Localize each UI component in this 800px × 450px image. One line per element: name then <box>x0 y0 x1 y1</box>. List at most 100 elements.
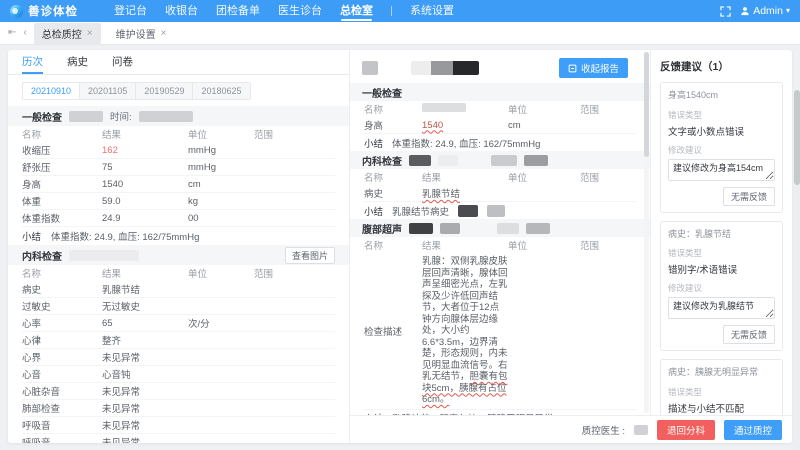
section-title: 内科检查 <box>362 153 402 168</box>
item-name: 心律 <box>22 333 102 347</box>
summary-label: 小结 <box>22 229 41 243</box>
date-chip[interactable]: 20210910 <box>22 82 80 100</box>
main-area: 历次 病史 问卷 20210910 20201105 20190529 2018… <box>0 45 800 450</box>
suggestion-input[interactable]: 建议修改为身高154cm <box>668 159 775 181</box>
dismiss-feedback-button[interactable]: 无需反馈 <box>723 325 775 344</box>
menu-divider <box>391 6 392 16</box>
redacted-date <box>139 111 193 122</box>
redacted-block <box>411 61 431 75</box>
report-general-table: 名称 单位 范围 身高 1540 cm <box>362 101 638 134</box>
redacted-block <box>422 103 466 112</box>
navbar-right: Admin ▾ <box>720 5 790 17</box>
date-chip[interactable]: 20180625 <box>192 82 250 100</box>
item-name: 体重指数 <box>22 211 102 225</box>
tab-qc[interactable]: 总检质控 × <box>34 23 101 44</box>
date-chip[interactable]: 20201105 <box>79 82 136 100</box>
menu-item-cashier[interactable]: 收银台 <box>165 0 198 22</box>
description-text: 乳腺：双侧乳腺皮肤层回声清晰，腺体回声呈细密光点，左乳探及少许低回声结节，大者位… <box>422 256 508 382</box>
content-card: 历次 病史 问卷 20210910 20201105 20190529 2018… <box>8 50 792 443</box>
item-result: 未见异常 <box>102 384 188 398</box>
flagged-summary: 胰腺无明显异常 <box>487 414 554 415</box>
item-unit: cm <box>508 120 580 131</box>
table-row: 病史 乳腺节结 <box>364 185 636 202</box>
item-result: 75 <box>102 162 188 173</box>
menu-item-general-inspection[interactable]: 总检室 <box>340 0 373 22</box>
col-result: 结果 <box>422 238 508 252</box>
close-icon[interactable]: × <box>161 28 167 39</box>
back-icon[interactable]: ‹ <box>23 28 26 38</box>
menu-item-system-settings[interactable]: 系统设置 <box>410 0 454 22</box>
feedback-card: 身高1540cm 错误类型 文字或小数点错误 修改建议 建议修改为身高154cm… <box>660 82 783 213</box>
dismiss-feedback-button[interactable]: 无需反馈 <box>723 187 775 206</box>
user-menu[interactable]: Admin ▾ <box>740 5 790 17</box>
table-row: 心律 整齐 <box>22 332 335 349</box>
col-range: 范围 <box>580 238 636 252</box>
table-row: 身高 1540 cm <box>364 117 636 134</box>
fullscreen-icon[interactable] <box>720 6 731 17</box>
item-result: 59.0 <box>102 196 188 207</box>
collapse-report-button[interactable]: 收起报告 <box>559 58 628 78</box>
scrollbar-thumb[interactable] <box>644 52 649 157</box>
error-type-label: 错误类型 <box>668 247 775 259</box>
page-scrollbar[interactable] <box>794 90 800 450</box>
menu-item-group-exam[interactable]: 团检备单 <box>216 0 260 22</box>
menu-item-doctor-station[interactable]: 医生诊台 <box>278 0 322 22</box>
item-result: 1540 <box>102 179 188 190</box>
tab-medical-history[interactable]: 病史 <box>67 50 88 74</box>
item-result: 未见异常 <box>102 401 188 415</box>
table-header: 名称 结果 单位 范围 <box>22 265 335 281</box>
item-result: 未见异常 <box>102 350 188 364</box>
col-unit: 单位 <box>508 102 580 116</box>
time-label: 时间: <box>110 109 132 123</box>
tab-maintenance[interactable]: 维护设置 × <box>108 23 175 44</box>
suggestion-input[interactable]: 建议修改为乳腺结节 <box>668 297 775 319</box>
view-image-button[interactable]: 查看图片 <box>285 247 335 264</box>
col-name: 名称 <box>22 266 102 280</box>
redacted-block <box>524 155 548 166</box>
close-icon[interactable]: × <box>87 28 93 39</box>
history-tabs: 历次 病史 问卷 <box>8 50 349 75</box>
error-type-value: 文字或小数点错误 <box>668 124 775 138</box>
menu-item-registration[interactable]: 登记台 <box>114 0 147 22</box>
suggestion-label: 修改建议 <box>668 144 775 156</box>
section-title: 一般检查 <box>362 85 402 100</box>
feedback-card: 病史：胰腺无明显异常 错误类型 描述与小结不匹配 修改建议 小结有胰腺占位但是描… <box>660 359 783 415</box>
error-type-label: 错误类型 <box>668 109 775 121</box>
summary-text: 体重指数: 24.9, 血压: 162/75mmHg <box>392 136 540 150</box>
scrollbar-thumb[interactable] <box>794 90 800 185</box>
redacted-block <box>431 61 453 75</box>
item-name: 身高 <box>364 118 422 132</box>
section-title: 一般检查 <box>22 109 62 124</box>
redacted-block <box>497 223 519 234</box>
section-general-exam: 一般检查 <box>350 83 650 101</box>
redacted-block <box>487 205 505 217</box>
item-name: 心脏杂音 <box>22 384 102 398</box>
collapse-left-icon[interactable]: ⇤ <box>8 28 16 38</box>
col-name: 名称 <box>22 127 102 141</box>
summary-text: 体重指数: 24.9, 血压: 162/75mmHg <box>51 229 199 243</box>
item-result: 整齐 <box>102 333 188 347</box>
return-to-department-button[interactable]: 退回分科 <box>657 420 715 440</box>
collapse-report-icon <box>568 64 577 73</box>
exam-date-chips: 20210910 20201105 20190529 20180625 <box>8 75 349 106</box>
date-chip[interactable]: 20190529 <box>135 82 193 100</box>
tab-questionnaire[interactable]: 问卷 <box>112 50 133 74</box>
table-row-description: 检查描述 乳腺：双侧乳腺皮肤层回声清晰，腺体回声呈细密光点，左乳探及少许低回声结… <box>364 253 636 410</box>
tab-bar: ⇤ ‹ 总检质控 × 维护设置 × <box>0 22 800 45</box>
report-scrollbar[interactable] <box>644 52 649 413</box>
table-row: 体重 59.0 kg <box>22 193 335 210</box>
report-internal-table: 名称 结果 单位 范围 病史 乳腺节结 <box>362 169 638 202</box>
pass-qc-button[interactable]: 通过质控 <box>724 420 782 440</box>
tab-history[interactable]: 历次 <box>22 50 43 74</box>
error-type-label: 错误类型 <box>668 386 775 398</box>
table-row: 心界 未见异常 <box>22 349 335 366</box>
main-menu: 登记台 收银台 团检备单 医生诊台 总检室 系统设置 <box>114 0 454 22</box>
summary-text: 乳腺结节，胆囊包块，胰腺无明显异常 <box>392 411 554 415</box>
qc-doctor-label: 质控医生 : <box>582 423 625 437</box>
item-name: 心音 <box>22 367 102 381</box>
section-general-exam: 一般检查 时间: <box>8 106 349 126</box>
table-header: 名称 结果 单位 范围 <box>364 169 636 185</box>
col-result: 结果 <box>102 127 188 141</box>
report-header: 收起报告 <box>362 56 638 80</box>
item-result: 未见异常 <box>102 435 188 443</box>
